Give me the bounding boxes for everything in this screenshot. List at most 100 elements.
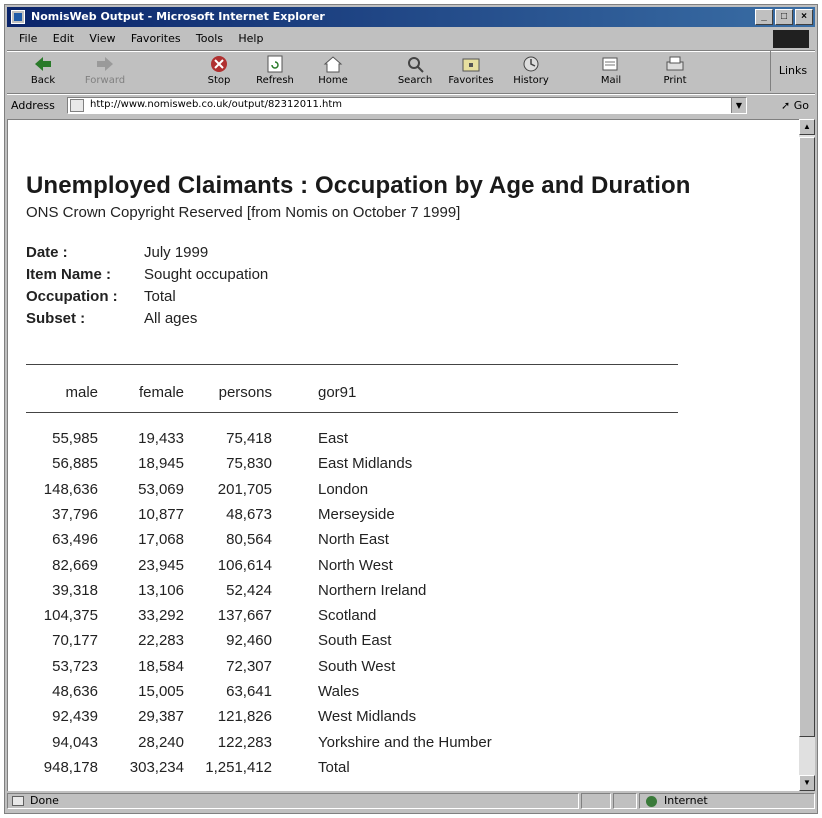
status-bar: Done Internet (7, 793, 815, 811)
cell-gor91: North East (318, 531, 389, 549)
cell-gor91: Northern Ireland (318, 581, 427, 599)
cell-persons: 80,564 (226, 531, 272, 549)
header-female: female (138, 384, 184, 401)
header-gor91: gor91 (318, 384, 357, 401)
forward-button[interactable]: Forward (77, 53, 133, 91)
browser-window: NomisWeb Output - Microsoft Internet Exp… (4, 4, 818, 814)
page-status-icon (12, 796, 24, 806)
table-header-rule (26, 412, 678, 413)
status-cell-2 (613, 793, 637, 809)
cell-persons: 72,307 (226, 657, 272, 675)
back-arrow-icon (35, 57, 51, 71)
title-bar: NomisWeb Output - Microsoft Internet Exp… (7, 7, 815, 27)
cell-persons: 137,667 (217, 607, 272, 625)
home-button[interactable]: Home (305, 53, 361, 91)
cell-female: 303,234 (129, 758, 184, 776)
scroll-thumb[interactable] (799, 137, 815, 737)
window-title: NomisWeb Output - Microsoft Internet Exp… (31, 10, 325, 23)
table-top-rule (26, 364, 678, 365)
cell-persons: 1,251,412 (205, 758, 272, 776)
cell-persons: 48,673 (226, 505, 272, 523)
cell-female: 10,877 (138, 505, 184, 523)
cell-persons: 106,614 (217, 556, 272, 574)
refresh-icon (267, 55, 283, 73)
cell-female: 22,283 (138, 632, 184, 650)
search-button[interactable]: Search (387, 53, 443, 91)
links-button[interactable]: Links (770, 51, 815, 91)
window-controls: _ □ × (753, 9, 813, 25)
cell-persons: 75,418 (226, 430, 272, 447)
status-text: Done (30, 794, 59, 807)
address-dropdown-icon[interactable]: ▼ (731, 98, 746, 113)
favorites-button[interactable]: Favorites (443, 53, 499, 91)
cell-persons: 75,830 (226, 455, 272, 473)
close-button[interactable]: × (795, 9, 813, 25)
toolbar: Back Forward Stop Refresh Home Search Fa… (7, 51, 815, 93)
minimize-button[interactable]: _ (755, 9, 773, 25)
page-content: Unemployed Claimants : Occupation by Age… (7, 119, 799, 791)
cell-male: 94,043 (52, 733, 98, 751)
cell-female: 18,945 (138, 455, 184, 473)
maximize-button[interactable]: □ (775, 9, 793, 25)
cell-female: 19,433 (138, 430, 184, 447)
menu-edit[interactable]: Edit (53, 29, 74, 49)
cell-gor91: Total (318, 758, 350, 776)
forward-arrow-icon (97, 57, 113, 71)
cell-male: 148,636 (43, 480, 98, 498)
cell-male: 56,885 (52, 455, 98, 473)
cell-persons: 121,826 (217, 708, 272, 726)
mail-button[interactable]: Mail (583, 53, 639, 91)
menu-tools[interactable]: Tools (196, 29, 223, 49)
stop-icon (211, 56, 227, 72)
cell-male: 70,177 (52, 632, 98, 650)
scroll-up-icon[interactable]: ▲ (799, 119, 815, 135)
cell-female: 13,106 (138, 581, 184, 599)
menu-help[interactable]: Help (238, 29, 263, 49)
cell-male: 948,178 (43, 758, 98, 776)
cell-persons: 122,283 (217, 733, 272, 751)
cell-female: 28,240 (138, 733, 184, 751)
cell-gor91: North West (318, 556, 393, 574)
vertical-scrollbar[interactable]: ▲ ▼ (799, 119, 815, 791)
scroll-down-icon[interactable]: ▼ (799, 775, 815, 791)
zone-text: Internet (664, 794, 708, 807)
go-button[interactable]: ➚ Go (781, 99, 809, 112)
address-input[interactable]: http://www.nomisweb.co.uk/output/8231201… (67, 97, 747, 114)
mail-icon (602, 57, 618, 71)
ie-page-icon (11, 10, 25, 24)
header-persons: persons (218, 384, 272, 401)
cell-male: 92,439 (52, 708, 98, 726)
cell-male: 39,318 (52, 581, 98, 599)
print-button[interactable]: Print (647, 53, 703, 91)
history-button[interactable]: History (503, 53, 559, 91)
go-arrow-icon: ➚ (781, 99, 791, 112)
cell-female: 53,069 (138, 480, 184, 498)
address-url: http://www.nomisweb.co.uk/output/8231201… (90, 99, 343, 110)
cell-male: 82,669 (52, 556, 98, 574)
status-cell-1 (581, 793, 611, 809)
cell-persons: 92,460 (226, 632, 272, 650)
history-icon (523, 56, 539, 72)
cell-persons: 63,641 (226, 683, 272, 700)
cell-male: 55,985 (52, 430, 98, 447)
copyright-note: ONS Crown Copyright Reserved [from Nomis… (26, 204, 461, 221)
globe-icon (646, 796, 657, 807)
refresh-button[interactable]: Refresh (247, 53, 303, 91)
cell-gor91: South East (318, 632, 392, 650)
header-male: male (65, 384, 98, 401)
cell-gor91: East Midlands (318, 455, 413, 473)
favorites-icon (462, 58, 480, 72)
stop-button[interactable]: Stop (191, 53, 247, 91)
cell-persons: 201,705 (217, 480, 272, 498)
cell-gor91: Yorkshire and the Humber (318, 733, 492, 751)
cell-male: 53,723 (52, 657, 98, 675)
cell-gor91: East (318, 430, 349, 447)
back-button[interactable]: Back (15, 53, 71, 91)
cell-female: 17,068 (138, 531, 184, 549)
menu-file[interactable]: File (19, 29, 37, 49)
cell-female: 33,292 (138, 607, 184, 625)
menu-favorites[interactable]: Favorites (131, 29, 181, 49)
cell-female: 29,387 (138, 708, 184, 726)
menu-view[interactable]: View (89, 29, 115, 49)
address-label: Address (11, 99, 55, 112)
